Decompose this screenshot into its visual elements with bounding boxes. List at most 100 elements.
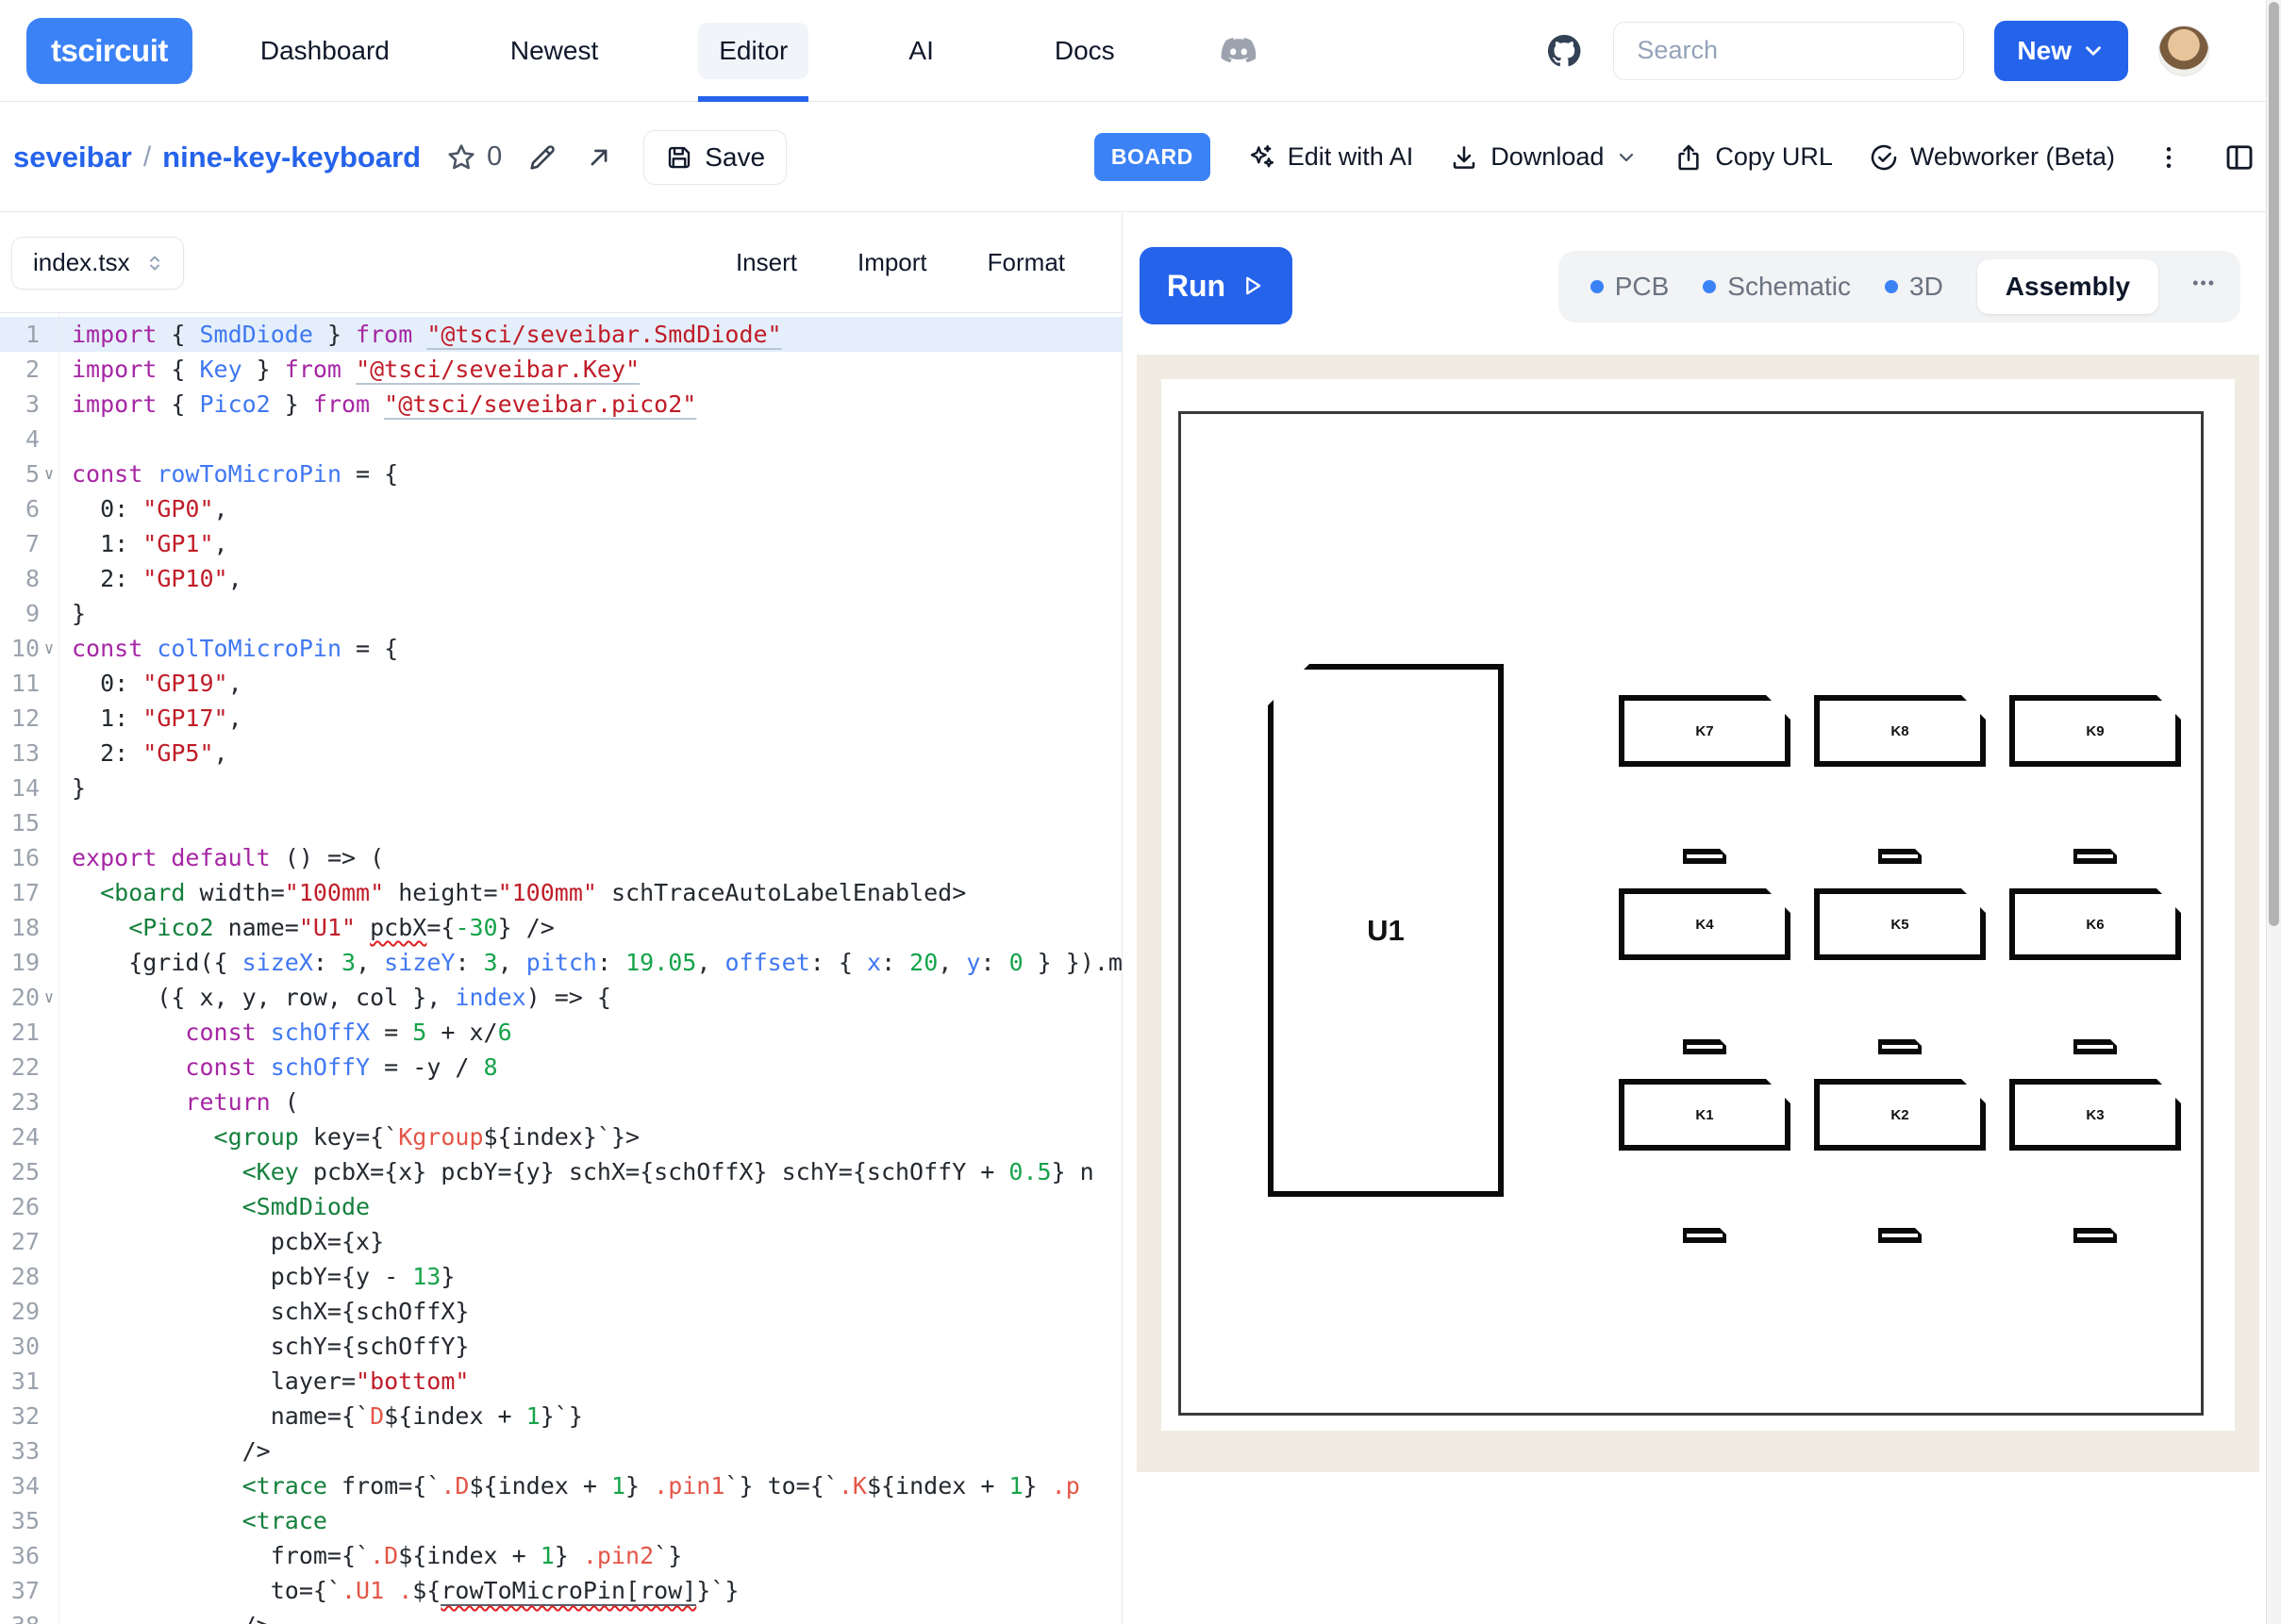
line-number[interactable]: 1 [0, 317, 58, 352]
code-area[interactable]: 12345∨678910∨11121314151617181920∨212223… [0, 313, 1122, 1624]
line-number[interactable]: 28 [0, 1259, 58, 1294]
user-avatar[interactable] [2158, 25, 2209, 76]
line-number[interactable]: 11 [0, 666, 58, 701]
board-badge[interactable]: BOARD [1094, 133, 1210, 181]
view-tab-3d[interactable]: 3D [1885, 272, 1943, 302]
component-smd-diode[interactable] [1878, 1228, 1922, 1243]
breadcrumb-owner[interactable]: seveibar [13, 141, 132, 174]
view-tabs-more-icon[interactable]: ••• [2192, 273, 2216, 301]
line-number[interactable]: 33 [0, 1433, 58, 1468]
fold-chevron-icon[interactable] [40, 491, 58, 526]
code-line[interactable]: /> [72, 1608, 1122, 1624]
fold-chevron-icon[interactable] [40, 1294, 58, 1329]
fold-chevron-icon[interactable] [40, 317, 58, 352]
code-lines[interactable]: import { SmdDiode } from "@tsci/seveibar… [72, 317, 1122, 1624]
fold-chevron-icon[interactable]: ∨ [40, 456, 58, 491]
fold-chevron-icon[interactable]: ∨ [40, 631, 58, 666]
code-line[interactable]: to={`.U1 .${rowToMicroPin[row]}`} [72, 1573, 1122, 1608]
code-line[interactable]: schX={schOffX} [72, 1294, 1122, 1329]
line-number[interactable]: 35 [0, 1503, 58, 1538]
nav-item-dashboard[interactable]: Dashboard [240, 0, 410, 101]
fold-chevron-icon[interactable] [40, 736, 58, 771]
code-line[interactable]: const schOffY = -y / 8 [72, 1050, 1122, 1085]
line-number[interactable]: 22 [0, 1050, 58, 1085]
component-smd-diode[interactable] [2073, 849, 2117, 864]
editor-menu-format[interactable]: Format [988, 248, 1065, 277]
code-line[interactable]: } [72, 596, 1122, 631]
fold-chevron-icon[interactable] [40, 840, 58, 875]
code-line[interactable]: layer="bottom" [72, 1364, 1122, 1399]
component-u1[interactable]: U1 [1268, 664, 1504, 1197]
fold-chevron-icon[interactable] [40, 596, 58, 631]
line-number[interactable]: 7 [0, 526, 58, 561]
copy-url-button[interactable]: Copy URL [1673, 142, 1833, 173]
component-key-k7[interactable]: K7 [1619, 695, 1790, 767]
code-line[interactable]: return ( [72, 1085, 1122, 1119]
component-key-k3[interactable]: K3 [2009, 1079, 2181, 1151]
code-line[interactable]: import { Key } from "@tsci/seveibar.Key" [72, 352, 1122, 387]
code-line[interactable]: <Pico2 name="U1" pcbX={-30} /> [72, 910, 1122, 945]
line-number[interactable]: 36 [0, 1538, 58, 1573]
code-line[interactable]: <group key={`Kgroup${index}`}> [72, 1119, 1122, 1154]
line-number[interactable]: 2 [0, 352, 58, 387]
fold-chevron-icon[interactable] [40, 1259, 58, 1294]
line-number[interactable]: 12 [0, 701, 58, 736]
file-selector[interactable]: index.tsx [11, 237, 184, 290]
line-number[interactable]: 10∨ [0, 631, 58, 666]
line-number[interactable]: 8 [0, 561, 58, 596]
page-scrollbar[interactable] [2266, 0, 2281, 1624]
edit-pencil-icon[interactable] [526, 141, 558, 174]
fold-chevron-icon[interactable] [40, 1329, 58, 1364]
line-number[interactable]: 13 [0, 736, 58, 771]
fold-chevron-icon[interactable]: ∨ [40, 980, 58, 1015]
line-number[interactable]: 37 [0, 1573, 58, 1608]
component-smd-diode[interactable] [1878, 1039, 1922, 1054]
webworker-toggle[interactable]: Webworker (Beta) [1869, 142, 2115, 173]
code-line[interactable]: ({ x, y, row, col }, index) => { [72, 980, 1122, 1015]
fold-chevron-icon[interactable] [40, 1050, 58, 1085]
run-button[interactable]: Run [1140, 247, 1292, 324]
code-line[interactable]: {grid({ sizeX: 3, sizeY: 3, pitch: 19.05… [72, 945, 1122, 980]
component-key-k6[interactable]: K6 [2009, 888, 2181, 960]
line-number[interactable]: 26 [0, 1189, 58, 1224]
view-tab-assembly[interactable]: Assembly [1977, 259, 2158, 314]
line-number[interactable]: 34 [0, 1468, 58, 1503]
component-smd-diode[interactable] [1683, 1228, 1726, 1243]
line-number[interactable]: 18 [0, 910, 58, 945]
code-line[interactable]: } [72, 771, 1122, 805]
line-number[interactable]: 25 [0, 1154, 58, 1189]
code-line[interactable]: 1: "GP17", [72, 701, 1122, 736]
code-line[interactable]: from={`.D${index + 1} .pin2`} [72, 1538, 1122, 1573]
component-key-k9[interactable]: K9 [2009, 695, 2181, 767]
search-input[interactable] [1613, 22, 1964, 80]
code-line[interactable]: pcbX={x} [72, 1224, 1122, 1259]
code-line[interactable]: <SmdDiode [72, 1189, 1122, 1224]
nav-item-newest[interactable]: Newest [490, 0, 619, 101]
new-button[interactable]: New [1994, 21, 2128, 81]
code-line[interactable]: export default () => ( [72, 840, 1122, 875]
code-line[interactable]: const colToMicroPin = { [72, 631, 1122, 666]
code-line[interactable]: const schOffX = 5 + x/6 [72, 1015, 1122, 1050]
component-key-k5[interactable]: K5 [1814, 888, 1986, 960]
fold-chevron-icon[interactable] [40, 1224, 58, 1259]
line-number[interactable]: 27 [0, 1224, 58, 1259]
line-number[interactable]: 29 [0, 1294, 58, 1329]
editor-menu-import[interactable]: Import [857, 248, 927, 277]
component-key-k1[interactable]: K1 [1619, 1079, 1790, 1151]
code-line[interactable] [72, 422, 1122, 456]
component-smd-diode[interactable] [2073, 1228, 2117, 1243]
fold-chevron-icon[interactable] [40, 1154, 58, 1189]
save-button[interactable]: Save [643, 130, 787, 185]
code-line[interactable]: /> [72, 1433, 1122, 1468]
code-line[interactable] [72, 805, 1122, 840]
fold-chevron-icon[interactable] [40, 1538, 58, 1573]
component-key-k2[interactable]: K2 [1814, 1079, 1986, 1151]
edit-with-ai-button[interactable]: Edit with AI [1246, 142, 1414, 173]
code-line[interactable]: <Key pcbX={x} pcbY={y} schX={schOffX} sc… [72, 1154, 1122, 1189]
fold-chevron-icon[interactable] [40, 1503, 58, 1538]
fold-chevron-icon[interactable] [40, 875, 58, 910]
page-scrollbar-thumb[interactable] [2269, 2, 2279, 926]
view-tab-schematic[interactable]: Schematic [1703, 272, 1851, 302]
fold-chevron-icon[interactable] [40, 352, 58, 387]
fold-chevron-icon[interactable] [40, 1189, 58, 1224]
